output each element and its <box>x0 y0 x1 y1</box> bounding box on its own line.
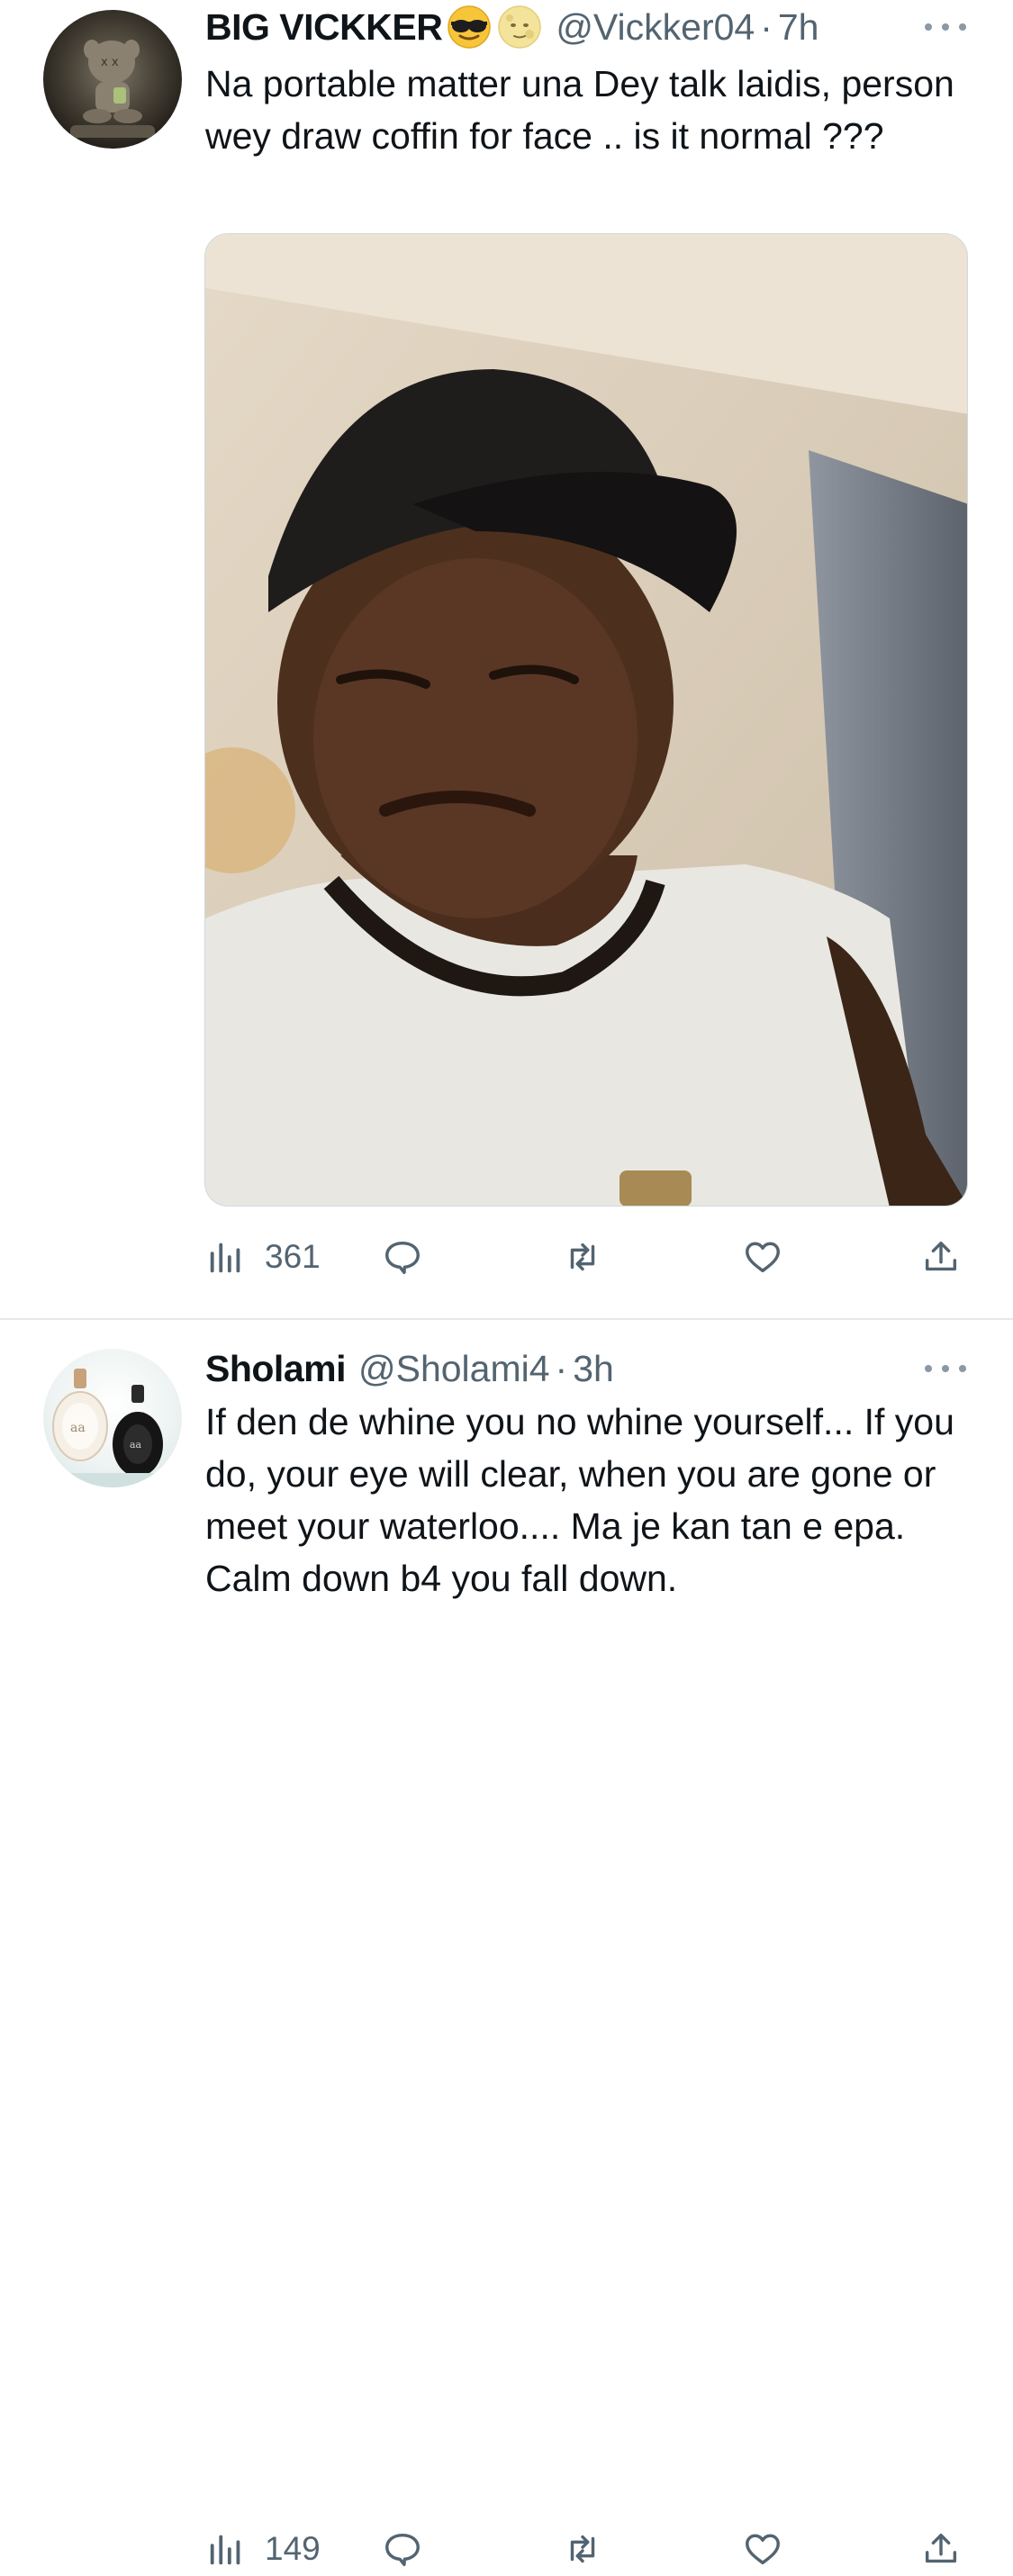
retweet-button[interactable] <box>562 2522 603 2576</box>
retweet-icon <box>570 2535 595 2563</box>
heart-icon <box>746 2534 780 2565</box>
bottle-label: aa <box>70 1421 86 1435</box>
tweet-actions: 361 <box>205 1230 971 1284</box>
author-name[interactable]: Sholami <box>205 1348 346 1390</box>
author-name[interactable]: BIG VICKKER <box>205 6 443 49</box>
full-moon-face-emoji-icon <box>496 4 543 50</box>
retweet-icon <box>570 1243 595 1271</box>
reply-button[interactable] <box>382 2522 423 2576</box>
heart-icon <box>746 1242 780 1273</box>
author-handle[interactable]: @Vickker04 <box>556 6 755 49</box>
avatar-perfume-bottles-image: aa aa <box>43 1369 182 1487</box>
share-icon <box>925 2533 957 2563</box>
author-handle[interactable]: @Sholami4 <box>358 1348 550 1390</box>
analytics-icon <box>210 1243 240 1273</box>
tweet-header: Sholami @Sholami4 · 3h <box>205 1342 614 1396</box>
share-button[interactable] <box>920 1230 962 1284</box>
svg-text:x x: x x <box>101 56 119 69</box>
bottle-label: aa <box>130 1439 142 1451</box>
avatar[interactable]: x x <box>43 10 182 149</box>
views-button[interactable]: 149 <box>205 2522 321 2576</box>
tweet-actions: 149 <box>205 2522 971 2576</box>
views-count: 361 <box>265 1238 321 1275</box>
tweet-text: If den de whine you no whine yourself...… <box>205 1401 954 1599</box>
tweet[interactable]: aa aa Sholami @Sholami4 · 3h If den de w… <box>0 1322 1013 2567</box>
like-button[interactable] <box>742 2522 783 2576</box>
analytics-icon <box>210 2535 240 2565</box>
views-button[interactable]: 361 <box>205 1230 321 1284</box>
tweet-divider <box>0 1318 1013 1320</box>
reply-icon <box>385 2533 420 2566</box>
avatar-figurine-image: x x <box>70 40 155 138</box>
reply-button[interactable] <box>382 1230 423 1284</box>
share-button[interactable] <box>920 2522 962 2576</box>
like-button[interactable] <box>742 1230 783 1284</box>
reply-icon <box>385 1241 420 1274</box>
retweet-button[interactable] <box>562 1230 603 1284</box>
more-options-icon[interactable] <box>925 1360 966 1378</box>
tweet-time[interactable]: 3h <box>573 1348 614 1390</box>
avatar[interactable]: aa aa <box>43 1349 182 1487</box>
tweet[interactable]: x x BIG VICKKER @Vickker04 · 7h Na porta… <box>0 0 1013 1320</box>
separator-dot: · <box>555 1347 568 1389</box>
separator-dot: · <box>760 5 773 48</box>
tweet-media-photo[interactable] <box>204 233 968 1207</box>
photo-man-in-black-cap <box>205 234 967 1206</box>
tweet-header: BIG VICKKER @Vickker04 · 7h <box>205 0 819 54</box>
share-icon <box>925 1241 957 1271</box>
sunglasses-emoji-icon <box>446 4 493 50</box>
tweet-text: Na portable matter una Dey talk laidis, … <box>205 63 954 157</box>
views-count: 149 <box>265 2530 321 2567</box>
more-options-icon[interactable] <box>925 18 966 36</box>
tweet-time[interactable]: 7h <box>778 6 819 49</box>
